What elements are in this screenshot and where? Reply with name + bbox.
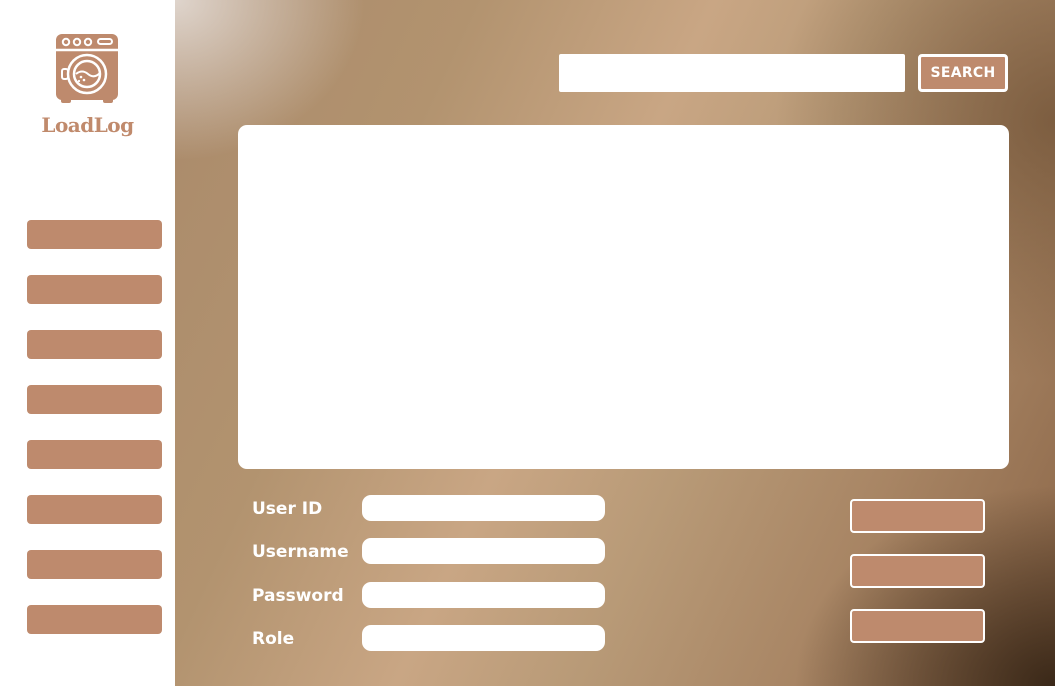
- username-field[interactable]: [362, 538, 605, 564]
- user-id-field[interactable]: [362, 495, 605, 521]
- brand-name: LoadLog: [41, 113, 134, 137]
- action-button-2[interactable]: [850, 554, 985, 588]
- sidebar-item-5[interactable]: [27, 440, 162, 469]
- username-label: Username: [252, 542, 349, 562]
- content-panel: [238, 125, 1009, 469]
- main-panel: SEARCH User ID Username Password Role: [175, 0, 1055, 686]
- action-button-1[interactable]: [850, 499, 985, 533]
- sidebar-item-7[interactable]: [27, 550, 162, 579]
- search-input[interactable]: [559, 54, 905, 92]
- washing-machine-icon: [54, 33, 120, 105]
- sidebar-item-4[interactable]: [27, 385, 162, 414]
- sidebar: LoadLog: [0, 0, 175, 686]
- search-button[interactable]: SEARCH: [918, 54, 1008, 92]
- sidebar-item-8[interactable]: [27, 605, 162, 634]
- action-button-3[interactable]: [850, 609, 985, 643]
- role-label: Role: [252, 629, 295, 649]
- sidebar-item-6[interactable]: [27, 495, 162, 524]
- sidebar-item-2[interactable]: [27, 275, 162, 304]
- sidebar-item-1[interactable]: [27, 220, 162, 249]
- role-field[interactable]: [362, 625, 605, 651]
- password-label: Password: [252, 586, 344, 606]
- user-id-label: User ID: [252, 499, 323, 519]
- sidebar-item-3[interactable]: [27, 330, 162, 359]
- password-field[interactable]: [362, 582, 605, 608]
